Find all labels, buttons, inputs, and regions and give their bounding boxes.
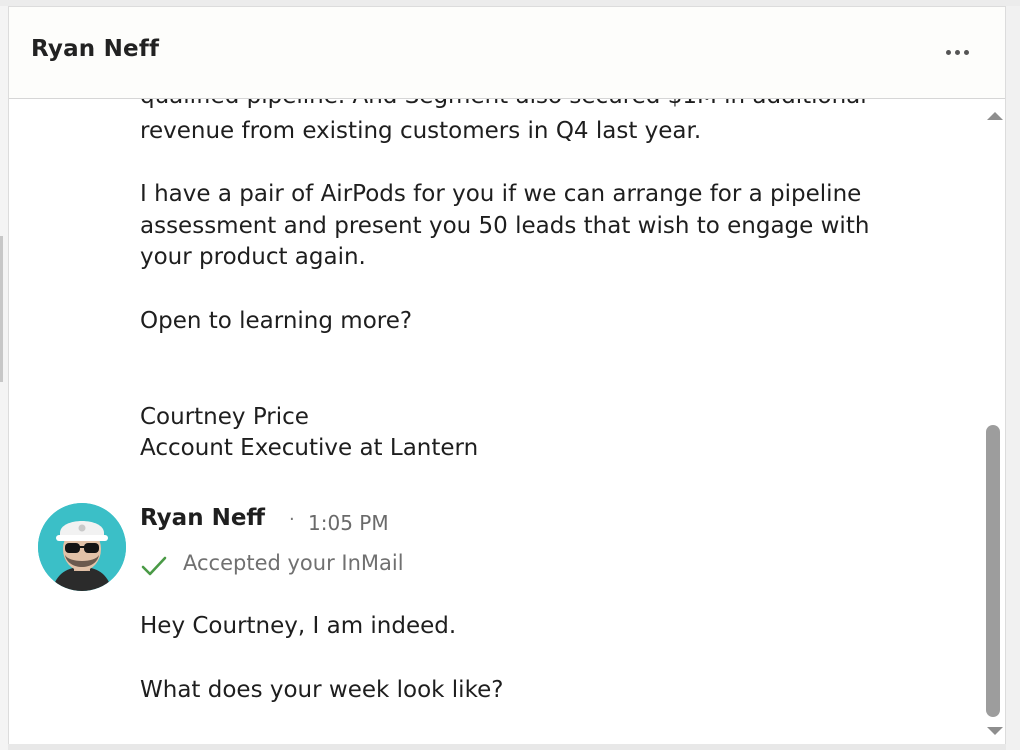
message-line: revenue from existing customers in Q4 la… xyxy=(140,118,702,144)
avatar-photo xyxy=(38,503,126,591)
separator-dot: · xyxy=(289,509,295,530)
avatar[interactable] xyxy=(38,503,126,591)
scroll-up-arrow-icon[interactable] xyxy=(987,112,1003,120)
message-line: your product again. xyxy=(140,244,366,270)
signature-name: Courtney Price xyxy=(140,404,309,430)
message-line: What does your week look like? xyxy=(140,677,504,703)
message-line: I have a pair of AirPods for you if we c… xyxy=(140,181,862,207)
conversation-panel: Ryan Neff qualified pipeline. And Segmen… xyxy=(8,6,1006,748)
message-line: Hey Courtney, I am indeed. xyxy=(140,613,457,639)
scroll-down-arrow-icon[interactable] xyxy=(987,727,1003,735)
sender-name[interactable]: Ryan Neff xyxy=(140,505,265,531)
background-panel-edge xyxy=(0,236,3,382)
more-horizontal-icon xyxy=(944,49,971,55)
checkmark-icon xyxy=(141,555,167,581)
conversation-header: Ryan Neff xyxy=(9,7,1005,99)
scrollbar-thumb[interactable] xyxy=(986,425,1000,717)
message-partial-line: qualified pipeline. And Segment also sec… xyxy=(140,99,867,113)
window-bottom-edge xyxy=(8,744,1006,750)
conversation-title[interactable]: Ryan Neff xyxy=(31,36,159,62)
more-options-button[interactable] xyxy=(939,37,975,67)
window-right-edge xyxy=(1006,6,1020,750)
inmail-status: Accepted your InMail xyxy=(183,551,404,575)
vertical-scrollbar[interactable] xyxy=(983,99,1005,748)
message-timestamp: 1:05 PM xyxy=(308,511,389,535)
message-thread[interactable]: qualified pipeline. And Segment also sec… xyxy=(9,99,985,748)
message-line: assessment and present you 50 leads that… xyxy=(140,213,870,239)
signature-title: Account Executive at Lantern xyxy=(140,435,479,461)
message-line: Open to learning more? xyxy=(140,308,413,334)
